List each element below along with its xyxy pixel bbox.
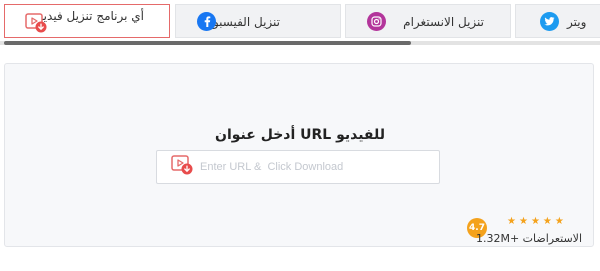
instagram-icon	[367, 12, 386, 31]
tab-instagram-download[interactable]: تنزيل الانستغرام	[345, 4, 511, 38]
star-icon: ★	[542, 216, 552, 227]
url-heading: للفيديو URL أدخل عنوان	[215, 127, 385, 143]
twitter-icon	[540, 12, 559, 31]
rating-stars: ★ ★ ★ ★ ★	[507, 217, 564, 227]
star-icon: ★	[530, 216, 540, 227]
tab-label: أي برنامج تنزيل فيديو	[37, 9, 144, 23]
tab-twitter-download[interactable]: ويتر	[515, 4, 600, 38]
tab-any-video-downloader[interactable]: أي برنامج تنزيل فيديو	[4, 4, 170, 38]
facebook-icon	[197, 12, 216, 31]
video-download-icon	[25, 13, 47, 37]
url-input[interactable]	[200, 151, 436, 183]
star-icon: ★	[518, 216, 528, 227]
tab-facebook-download[interactable]: تنزيل الفيسبوك	[175, 4, 341, 38]
star-icon: ★	[554, 216, 564, 227]
star-icon: ★	[507, 216, 516, 227]
download-tabs: أي برنامج تنزيل فيديو تنزيل الفيسبوك تنز…	[0, 0, 600, 46]
reviews-count: الاستعراضات +1.32M	[475, 232, 582, 245]
tab-label: تنزيل الانستغرام	[403, 15, 484, 29]
tabs-scrollbar-thumb[interactable]	[4, 41, 411, 45]
tab-label: ويتر	[567, 15, 587, 29]
video-download-icon	[171, 155, 193, 179]
